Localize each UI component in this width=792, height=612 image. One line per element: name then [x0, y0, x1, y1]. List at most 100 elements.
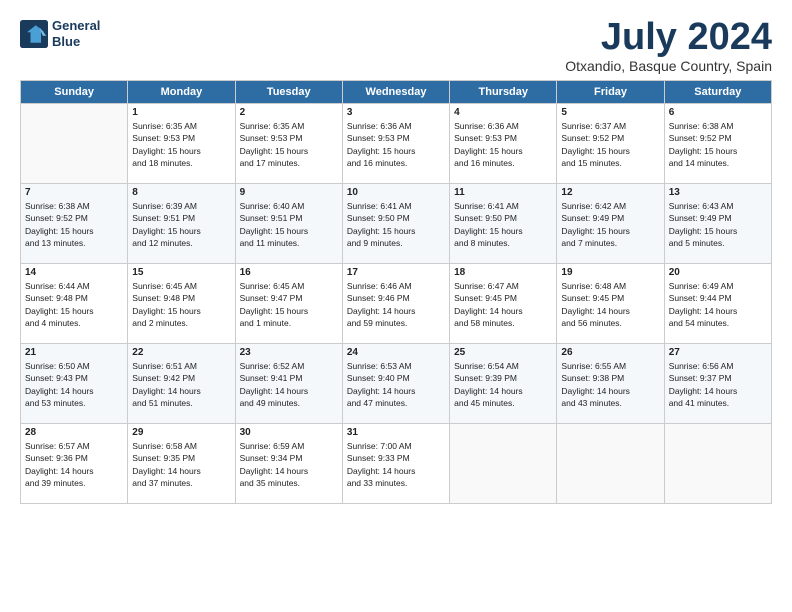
day-number: 31	[347, 427, 445, 438]
day-number: 3	[347, 107, 445, 118]
calendar-cell: 4 Sunrise: 6:36 AM Sunset: 9:53 PM Daylig…	[450, 104, 557, 184]
day-info: Sunrise: 6:36 AM Sunset: 9:53 PM Dayligh…	[454, 120, 552, 169]
day-number: 13	[669, 187, 767, 198]
day-info: Sunrise: 6:35 AM Sunset: 9:53 PM Dayligh…	[240, 120, 338, 169]
calendar-week-2: 7Sunrise: 6:38 AM Sunset: 9:52 PM Daylig…	[21, 184, 772, 264]
day-info: Sunrise: 6:36 AM Sunset: 9:53 PM Dayligh…	[347, 120, 445, 169]
day-number: 28	[25, 427, 123, 438]
day-info: Sunrise: 6:55 AM Sunset: 9:38 PM Dayligh…	[561, 360, 659, 409]
col-tuesday: Tuesday	[235, 81, 342, 104]
calendar-cell: 24 Sunrise: 6:53 AM Sunset: 9:40 PM Dayli…	[342, 344, 449, 424]
logo-text: General Blue	[52, 18, 100, 49]
page-header: General Blue July 2024 Otxandio, Basque …	[20, 18, 772, 74]
day-number: 29	[132, 427, 230, 438]
title-block: July 2024 Otxandio, Basque Country, Spai…	[565, 18, 772, 74]
calendar-cell: 17Sunrise: 6:46 AM Sunset: 9:46 PM Dayli…	[342, 264, 449, 344]
col-saturday: Saturday	[664, 81, 771, 104]
day-info: Sunrise: 6:45 AM Sunset: 9:48 PM Dayligh…	[132, 280, 230, 329]
calendar-cell: 1Sunrise: 6:35 AM Sunset: 9:53 PM Daylig…	[128, 104, 235, 184]
day-number: 5	[561, 107, 659, 118]
day-info: Sunrise: 6:41 AM Sunset: 9:50 PM Dayligh…	[454, 200, 552, 249]
day-info: Sunrise: 6:51 AM Sunset: 9:42 PM Dayligh…	[132, 360, 230, 409]
day-info: Sunrise: 6:52 AM Sunset: 9:41 PM Dayligh…	[240, 360, 338, 409]
day-info: Sunrise: 6:57 AM Sunset: 9:36 PM Dayligh…	[25, 440, 123, 489]
calendar-week-5: 28 Sunrise: 6:57 AM Sunset: 9:36 PM Dayli…	[21, 424, 772, 504]
day-number: 8	[132, 187, 230, 198]
calendar-cell: 12Sunrise: 6:42 AM Sunset: 9:49 PM Dayli…	[557, 184, 664, 264]
day-number: 27	[669, 347, 767, 358]
day-number: 10	[347, 187, 445, 198]
day-info: Sunrise: 6:38 AM Sunset: 9:52 PM Dayligh…	[669, 120, 767, 169]
day-info: Sunrise: 6:49 AM Sunset: 9:44 PM Dayligh…	[669, 280, 767, 329]
calendar-cell: 16Sunrise: 6:45 AM Sunset: 9:47 PM Dayli…	[235, 264, 342, 344]
day-info: Sunrise: 7:00 AM Sunset: 9:33 PM Dayligh…	[347, 440, 445, 489]
calendar-cell: 9 Sunrise: 6:40 AM Sunset: 9:51 PM Daylig…	[235, 184, 342, 264]
day-number: 11	[454, 187, 552, 198]
day-number: 9	[240, 187, 338, 198]
calendar-cell: 20 Sunrise: 6:49 AM Sunset: 9:44 PM Dayli…	[664, 264, 771, 344]
day-number: 21	[25, 347, 123, 358]
calendar-cell: 15Sunrise: 6:45 AM Sunset: 9:48 PM Dayli…	[128, 264, 235, 344]
day-number: 4	[454, 107, 552, 118]
day-number: 22	[132, 347, 230, 358]
calendar-cell	[557, 424, 664, 504]
calendar-cell: 6 Sunrise: 6:38 AM Sunset: 9:52 PM Daylig…	[664, 104, 771, 184]
calendar-cell: 31 Sunrise: 7:00 AM Sunset: 9:33 PM Dayli…	[342, 424, 449, 504]
day-info: Sunrise: 6:50 AM Sunset: 9:43 PM Dayligh…	[25, 360, 123, 409]
calendar-week-1: 1 Sunrise: 6:35 AM Sunset: 9:53 PM Daylig…	[21, 104, 772, 184]
day-number: 7	[25, 187, 123, 198]
calendar-week-4: 21 Sunrise: 6:50 AM Sunset: 9:43 PM Dayli…	[21, 344, 772, 424]
day-number: 14	[25, 267, 123, 278]
calendar-cell	[664, 424, 771, 504]
day-number: 25	[454, 347, 552, 358]
day-info: Sunrise: 6:39 AM Sunset: 9:51 PM Dayligh…	[132, 200, 230, 249]
calendar-week-3: 14 Sunrise: 6:44 AM Sunset: 9:48 PM Dayli…	[21, 264, 772, 344]
day-number: 6	[669, 107, 767, 118]
calendar-cell: 22 Sunrise: 6:51 AM Sunset: 9:42 PM Dayli…	[128, 344, 235, 424]
calendar-cell: 29Sunrise: 6:58 AM Sunset: 9:35 PM Dayli…	[128, 424, 235, 504]
day-number: 18	[454, 267, 552, 278]
logo: General Blue	[20, 18, 100, 49]
calendar-cell: 13 Sunrise: 6:43 AM Sunset: 9:49 PM Dayli…	[664, 184, 771, 264]
calendar-cell: 10 Sunrise: 6:41 AM Sunset: 9:50 PM Dayli…	[342, 184, 449, 264]
day-info: Sunrise: 6:53 AM Sunset: 9:40 PM Dayligh…	[347, 360, 445, 409]
day-info: Sunrise: 6:47 AM Sunset: 9:45 PM Dayligh…	[454, 280, 552, 329]
calendar-cell	[21, 104, 128, 184]
day-number: 1	[132, 107, 230, 118]
day-number: 26	[561, 347, 659, 358]
day-number: 24	[347, 347, 445, 358]
calendar-cell: 21 Sunrise: 6:50 AM Sunset: 9:43 PM Dayli…	[21, 344, 128, 424]
day-number: 20	[669, 267, 767, 278]
calendar-cell: 30 Sunrise: 6:59 AM Sunset: 9:34 PM Dayli…	[235, 424, 342, 504]
day-number: 19	[561, 267, 659, 278]
calendar-cell: 2Sunrise: 6:35 AM Sunset: 9:53 PM Daylig…	[235, 104, 342, 184]
day-info: Sunrise: 6:43 AM Sunset: 9:49 PM Dayligh…	[669, 200, 767, 249]
day-info: Sunrise: 6:59 AM Sunset: 9:34 PM Dayligh…	[240, 440, 338, 489]
day-info: Sunrise: 6:56 AM Sunset: 9:37 PM Dayligh…	[669, 360, 767, 409]
calendar-cell: 14 Sunrise: 6:44 AM Sunset: 9:48 PM Dayli…	[21, 264, 128, 344]
calendar-cell: 11 Sunrise: 6:41 AM Sunset: 9:50 PM Dayli…	[450, 184, 557, 264]
day-info: Sunrise: 6:44 AM Sunset: 9:48 PM Dayligh…	[25, 280, 123, 329]
day-number: 17	[347, 267, 445, 278]
col-thursday: Thursday	[450, 81, 557, 104]
day-info: Sunrise: 6:54 AM Sunset: 9:39 PM Dayligh…	[454, 360, 552, 409]
day-number: 30	[240, 427, 338, 438]
calendar-cell: 25 Sunrise: 6:54 AM Sunset: 9:39 PM Dayli…	[450, 344, 557, 424]
day-info: Sunrise: 6:48 AM Sunset: 9:45 PM Dayligh…	[561, 280, 659, 329]
calendar-cell: 3 Sunrise: 6:36 AM Sunset: 9:53 PM Daylig…	[342, 104, 449, 184]
col-wednesday: Wednesday	[342, 81, 449, 104]
calendar-cell: 19 Sunrise: 6:48 AM Sunset: 9:45 PM Dayli…	[557, 264, 664, 344]
calendar-cell: 7Sunrise: 6:38 AM Sunset: 9:52 PM Daylig…	[21, 184, 128, 264]
calendar-cell	[450, 424, 557, 504]
calendar-table: Sunday Monday Tuesday Wednesday Thursday…	[20, 80, 772, 504]
location: Otxandio, Basque Country, Spain	[565, 58, 772, 74]
col-sunday: Sunday	[21, 81, 128, 104]
header-row: Sunday Monday Tuesday Wednesday Thursday…	[21, 81, 772, 104]
day-info: Sunrise: 6:41 AM Sunset: 9:50 PM Dayligh…	[347, 200, 445, 249]
day-number: 16	[240, 267, 338, 278]
logo-icon	[20, 20, 48, 48]
day-number: 23	[240, 347, 338, 358]
day-info: Sunrise: 6:40 AM Sunset: 9:51 PM Dayligh…	[240, 200, 338, 249]
day-number: 12	[561, 187, 659, 198]
calendar-cell: 18 Sunrise: 6:47 AM Sunset: 9:45 PM Dayli…	[450, 264, 557, 344]
